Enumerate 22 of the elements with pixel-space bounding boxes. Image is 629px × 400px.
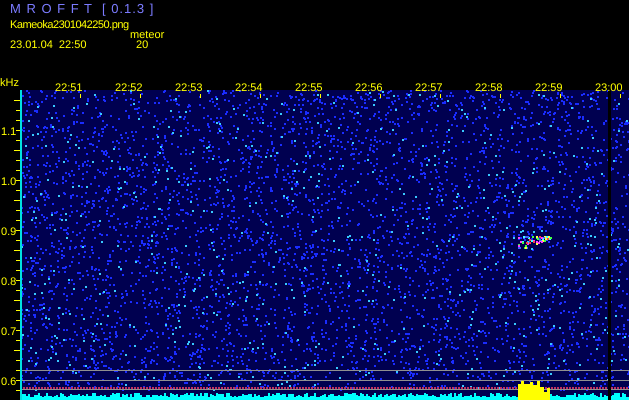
axis-label: 0.7	[1, 325, 16, 340]
axis-label: 22:58	[475, 81, 503, 96]
axis-label: 22:59	[535, 81, 563, 96]
axis-label: 0.6	[1, 375, 16, 390]
axis-label: 1.0	[1, 175, 16, 190]
axis-label: 22:53	[175, 81, 203, 96]
axis-label: 22:55	[295, 81, 323, 96]
axis-label: 22:56	[355, 81, 383, 96]
file-name: Kameoka2301042250.png	[10, 20, 129, 31]
detection-count: 20	[136, 40, 148, 51]
axis-label: 23:00	[595, 81, 623, 96]
axis-label: 1.1	[1, 125, 16, 140]
date-time: 23.01.04 22:50	[10, 40, 86, 51]
app-title: M R O F F T [ 0.1.3 ]	[10, 2, 154, 15]
axis-label: 0.8	[1, 275, 16, 290]
axis-label: 22:52	[115, 81, 143, 96]
axis-unit: kHz	[0, 76, 19, 91]
axis-label: 22:51	[55, 81, 83, 96]
axis-label: 22:57	[415, 81, 443, 96]
axis-label: 0.9	[1, 225, 16, 240]
detection-label: meteor	[130, 30, 164, 41]
axis-label: 22:54	[235, 81, 263, 96]
